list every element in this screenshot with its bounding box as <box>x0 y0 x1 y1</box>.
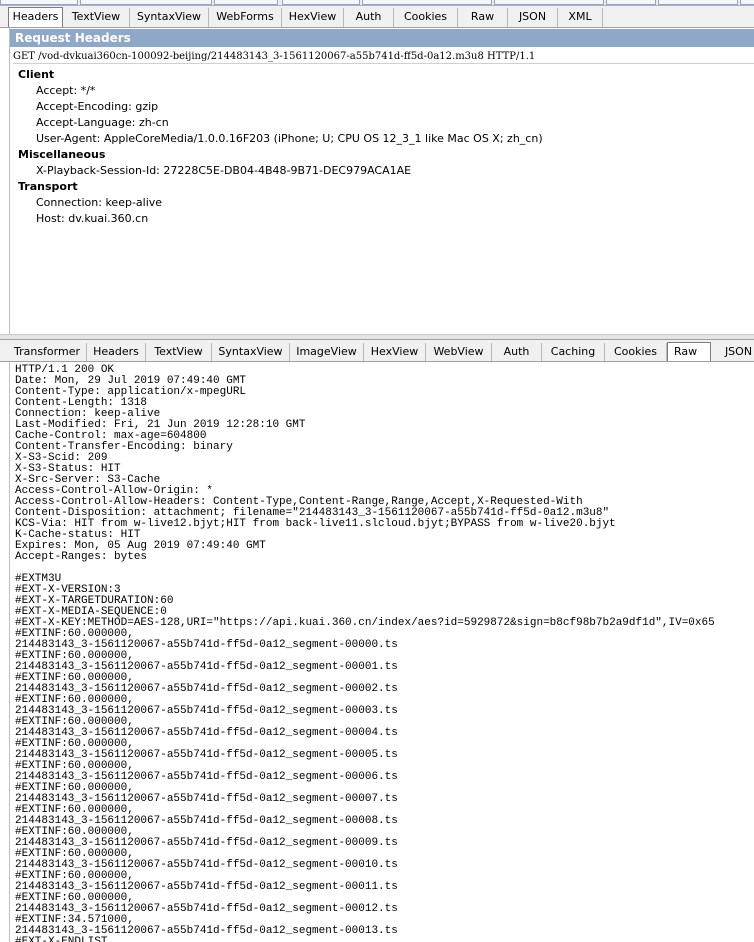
tab-response-raw[interactable]: Raw <box>667 342 711 361</box>
raw-line: 214483143_3-1561120067-a55b741d-ff5d-0a1… <box>15 925 398 937</box>
header-host[interactable]: Host: dv.kuai.360.cn <box>36 212 148 225</box>
tab-response-json[interactable]: JSON <box>715 343 754 361</box>
tab-request-syntaxview[interactable]: SyntaxView <box>130 8 209 27</box>
response-tab-bar: Transformer Headers TextView SyntaxView … <box>0 339 754 362</box>
header-accept-encoding[interactable]: Accept-Encoding: gzip <box>36 100 158 113</box>
raw-line: #EXTM3U <box>15 573 62 585</box>
tab-response-transformer[interactable]: Transformer <box>8 343 87 361</box>
request-headers-title: Request Headers <box>10 29 754 47</box>
tab-request-hexview[interactable]: HexView <box>282 8 344 27</box>
tab-request-webforms[interactable]: WebForms <box>209 8 282 27</box>
response-raw-text[interactable]: HTTP/1.1 200 OK Date: Mon, 29 Jul 2019 07… <box>15 365 754 942</box>
tab-response-cookies[interactable]: Cookies <box>605 343 667 361</box>
header-accept-language[interactable]: Accept-Language: zh-cn <box>36 116 169 129</box>
session-tab-statistics[interactable] <box>0 0 78 5</box>
session-tab-composer[interactable] <box>282 0 360 5</box>
header-user-agent[interactable]: User-Agent: AppleCoreMedia/1.0.0.16F203 … <box>36 132 543 145</box>
raw-line <box>15 563 754 574</box>
tab-response-headers[interactable]: Headers <box>87 343 146 361</box>
session-tab-fiddlerscript[interactable] <box>494 0 604 5</box>
session-tab-autoresponder[interactable] <box>214 0 278 5</box>
header-connection[interactable]: Connection: keep-alive <box>36 196 162 209</box>
request-tab-bar: Headers TextView SyntaxView WebForms Hex… <box>0 6 754 28</box>
tab-response-auth[interactable]: Auth <box>492 343 542 361</box>
tab-request-raw[interactable]: Raw <box>458 8 508 27</box>
tab-response-syntaxview[interactable]: SyntaxView <box>212 343 290 361</box>
header-accept[interactable]: Accept: */* <box>36 84 95 97</box>
raw-line: Content-Transfer-Encoding: binary <box>15 441 233 453</box>
group-client[interactable]: Client <box>18 68 54 81</box>
tab-request-json[interactable]: JSON <box>508 8 558 27</box>
tab-request-textview[interactable]: TextView <box>63 8 130 27</box>
request-headers-pane[interactable]: Request Headers GET /vod-dvkuai360cn-100… <box>9 28 754 334</box>
tab-request-xml[interactable]: XML <box>558 8 603 27</box>
tab-response-textview[interactable]: TextView <box>146 343 212 361</box>
session-tab-more[interactable] <box>740 0 754 5</box>
group-transport[interactable]: Transport <box>18 180 78 193</box>
session-tab-filters[interactable] <box>658 0 738 5</box>
raw-line: #EXT-X-ENDLIST <box>15 936 108 942</box>
request-line[interactable]: GET /vod-dvkuai360cn-100092-beijing/2144… <box>13 50 754 64</box>
session-tab-log[interactable] <box>606 0 656 5</box>
raw-line: X-S3-Scid: 209 <box>15 452 108 464</box>
session-tab-inspectors[interactable] <box>80 0 212 5</box>
tab-response-hexview[interactable]: HexView <box>364 343 426 361</box>
tab-response-webview[interactable]: WebView <box>426 343 492 361</box>
response-raw-pane[interactable]: HTTP/1.1 200 OK Date: Mon, 29 Jul 2019 07… <box>9 362 754 942</box>
header-playback-session-id[interactable]: X-Playback-Session-Id: 27228C5E-DB04-4B4… <box>36 164 411 177</box>
tab-response-caching[interactable]: Caching <box>542 343 605 361</box>
session-tab-orchestra[interactable] <box>362 0 492 5</box>
tab-request-auth[interactable]: Auth <box>344 8 394 27</box>
group-miscellaneous[interactable]: Miscellaneous <box>18 148 105 161</box>
raw-line: Accept-Ranges: bytes <box>15 551 148 563</box>
tab-response-imageview[interactable]: ImageView <box>290 343 364 361</box>
tab-request-headers[interactable]: Headers <box>8 7 63 27</box>
tab-request-cookies[interactable]: Cookies <box>394 8 458 27</box>
